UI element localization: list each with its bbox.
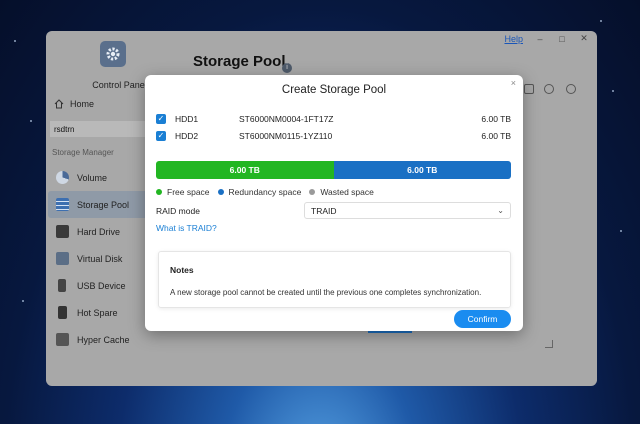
legend-label: Wasted space xyxy=(320,187,374,197)
disk-name: HDD1 xyxy=(175,114,199,124)
disk-row-hdd1[interactable]: ✓ HDD1 ST6000NM0004-1FT17Z 6.00 TB xyxy=(156,112,511,126)
close-button[interactable]: ✕ xyxy=(579,33,589,44)
checkbox-checked-icon[interactable]: ✓ xyxy=(156,114,166,124)
maximize-button[interactable]: □ xyxy=(557,34,567,44)
sidebar-item-label: Virtual Disk xyxy=(77,253,123,264)
background-star xyxy=(30,120,32,122)
disk-model: ST6000NM0115-1YZ110 xyxy=(239,131,333,141)
hot-spare-icon xyxy=(58,306,67,319)
page-title: Storage Pool xyxy=(193,53,286,70)
sidebar-item-home[interactable]: Home xyxy=(54,99,94,109)
virtual-disk-icon xyxy=(56,252,69,265)
confirm-button[interactable]: Confirm xyxy=(454,310,511,328)
sidebar-item-label: Hyper Cache xyxy=(77,334,130,345)
sidebar-item-label: USB Device xyxy=(77,280,126,291)
disk-size: 6.00 TB xyxy=(481,114,511,124)
sidebar-item-label: Hot Spare xyxy=(77,307,118,318)
sidebar-item-label: Volume xyxy=(77,172,108,183)
window-controls: Help – □ ✕ xyxy=(504,33,589,44)
background-star xyxy=(22,300,24,302)
notes-title: Notes xyxy=(170,265,194,275)
background-star xyxy=(600,20,602,22)
chevron-down-icon: ⌄ xyxy=(497,206,504,215)
minimize-button[interactable]: – xyxy=(535,34,545,44)
legend-dot-icon xyxy=(217,189,224,195)
usb-icon xyxy=(58,279,66,292)
capacity-bar: 6.00 TB 6.00 TB xyxy=(156,161,511,179)
legend-item-wasted: Wasted space xyxy=(309,187,374,197)
disk-size: 6.00 TB xyxy=(481,131,511,141)
help-link[interactable]: Help xyxy=(504,34,523,44)
legend-dot-icon xyxy=(309,189,316,195)
legend-item-free: Free space xyxy=(156,187,210,197)
background-star xyxy=(14,40,16,42)
background-star xyxy=(612,90,614,92)
disk-row-hdd2[interactable]: ✓ HDD2 ST6000NM0115-1YZ110 6.00 TB xyxy=(156,129,511,143)
more-icon[interactable] xyxy=(566,84,576,94)
sidebar-item-label: Hard Drive xyxy=(77,226,121,237)
section-label: Storage Manager xyxy=(52,148,114,157)
raid-mode-select[interactable]: TRAID ⌄ xyxy=(304,202,511,219)
create-storage-pool-dialog: Create Storage Pool × ✓ HDD1 ST6000NM000… xyxy=(145,75,523,331)
dialog-close-icon[interactable]: × xyxy=(511,78,516,88)
pie-icon xyxy=(56,171,69,184)
notes-panel: Notes A new storage pool cannot be creat… xyxy=(158,251,511,308)
delete-icon[interactable] xyxy=(524,84,534,94)
capacity-legend: Free space Redundancy space Wasted space xyxy=(156,187,374,197)
dialog-title: Create Storage Pool xyxy=(281,84,387,96)
checkbox-checked-icon[interactable]: ✓ xyxy=(156,131,166,141)
raid-mode-value: TRAID xyxy=(311,205,337,216)
disk-icon xyxy=(56,225,69,238)
raid-mode-label: RAID mode xyxy=(156,206,200,216)
what-is-traid-link[interactable]: What is TRAID? xyxy=(156,223,217,233)
settings-icon[interactable] xyxy=(544,84,554,94)
legend-item-redundancy: Redundancy space xyxy=(217,187,302,197)
capacity-segment-redundancy: 6.00 TB xyxy=(333,161,511,179)
gear-icon xyxy=(100,41,126,67)
capacity-segment-free: 6.00 TB xyxy=(156,161,334,179)
cache-icon xyxy=(56,333,69,346)
disk-model: ST6000NM0004-1FT17Z xyxy=(239,114,334,124)
stack-icon xyxy=(56,198,69,211)
sidebar-item-label: Storage Pool xyxy=(77,199,130,210)
info-icon[interactable]: i xyxy=(282,63,292,73)
home-icon xyxy=(54,99,64,109)
notes-text: A new storage pool cannot be created unt… xyxy=(170,288,482,297)
resize-handle-icon[interactable] xyxy=(545,340,553,348)
sidebar-item-label: Home xyxy=(70,99,95,109)
legend-label: Redundancy space xyxy=(228,187,302,197)
disk-name: HDD2 xyxy=(175,131,199,141)
background-star xyxy=(620,230,622,232)
legend-label: Free space xyxy=(167,187,210,197)
legend-dot-icon xyxy=(156,189,162,195)
